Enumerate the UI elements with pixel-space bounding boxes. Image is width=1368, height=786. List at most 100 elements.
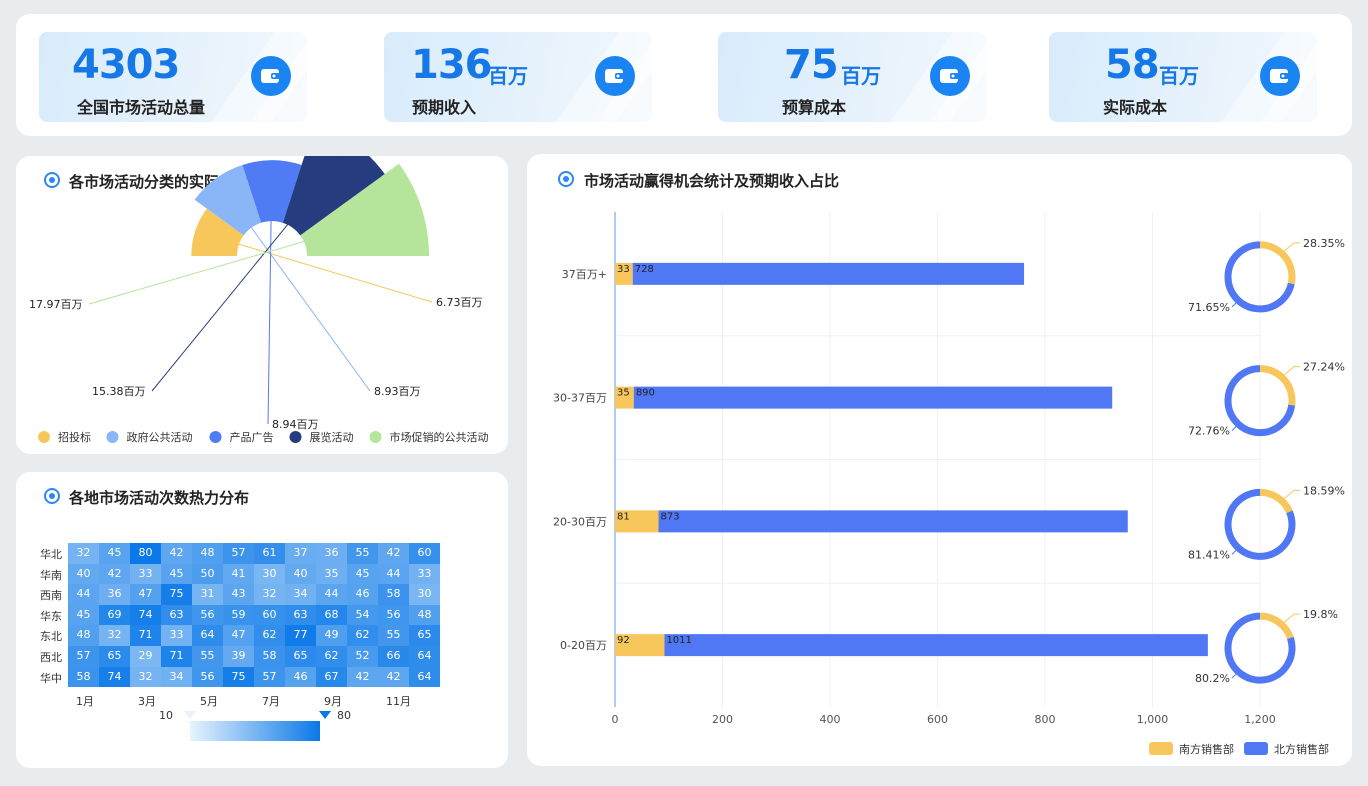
heatmap-cell: 36 (99, 584, 130, 605)
heatmap-cell: 35 (316, 563, 347, 585)
heatmap-cell: 50 (192, 563, 223, 585)
heatmap-cell: 42 (378, 666, 409, 688)
heatmap-col-label: 1月 (76, 695, 94, 708)
heatmap-cell: 41 (223, 563, 254, 585)
heatmap-cell: 60 (409, 543, 440, 564)
rose-pie-chart: 6.73百万 8.93百万 8.94百万 15.38百万 17.97百万招投标 政府公共活… (29, 156, 489, 444)
heatmap-cell: 32 (68, 543, 99, 564)
heatmap-cell: 33 (409, 563, 440, 585)
donut-segment (1259, 612, 1294, 640)
heatmap-cell: 44 (378, 563, 409, 585)
heatmap-row-label: 华中 (40, 671, 62, 685)
heatmap-cell: 63 (285, 604, 316, 626)
heatmap-row-label: 华东 (40, 609, 62, 623)
kpi-label: 预期收入 (412, 98, 477, 117)
bar-segment (658, 510, 1128, 533)
heatmap-col-label: 5月 (200, 695, 218, 708)
heatmap-cell: 52 (347, 646, 378, 667)
wallet-icon (1260, 56, 1300, 96)
pie-data-label: 15.38百万 (92, 385, 146, 398)
heatmap-col-label: 9月 (324, 695, 342, 708)
bar-data-label: 890 (636, 388, 655, 399)
bar-segment (633, 386, 1113, 409)
y-tick-label: 37百万+ (562, 268, 607, 281)
heatmap-cell: 62 (254, 625, 285, 646)
heatmap-cell: 62 (347, 625, 378, 646)
heatmap-cell: 57 (223, 543, 254, 564)
heatmap-cell: 56 (192, 604, 223, 626)
target-dot-icon (44, 488, 60, 504)
heatmap-cell: 42 (347, 666, 378, 688)
kpi-label: 全国市场活动总量 (77, 98, 206, 117)
scale-handle[interactable] (319, 711, 331, 719)
donut-label: 80.2% (1195, 672, 1230, 685)
kpi-unit: 百万 (488, 64, 528, 88)
legend-label: 招投标 (58, 430, 91, 444)
kpi-card-actual: 58 百万 实际成本 (1049, 32, 1317, 122)
kpi-card-revenue: 136 百万 预期收入 (384, 32, 652, 122)
heatmap-cell: 65 (409, 625, 440, 646)
bar-data-label: 81 (617, 511, 630, 522)
kpi-value: 136 (411, 42, 492, 88)
heatmap-cell: 48 (68, 625, 99, 646)
kpi-panel: 4303 全国市场活动总量 136 百万 预期收入 75 百万 预算成本 58 … (16, 14, 1352, 136)
heatmap-color-scale[interactable] (190, 721, 320, 741)
bar-data-label: 873 (661, 511, 680, 522)
x-tick-label: 1,000 (1137, 713, 1169, 726)
heatmap-scale-max: 80 (337, 709, 351, 722)
heatmap-cell: 32 (130, 666, 161, 688)
pie-data-label: 17.97百万 (29, 298, 83, 311)
heatmap-cell: 58 (254, 646, 285, 667)
wallet-icon (251, 56, 291, 96)
heatmap-cell: 44 (316, 584, 347, 605)
bar-segment (632, 262, 1025, 285)
heatmap-cell: 30 (409, 584, 440, 605)
heatmap-cell: 29 (130, 646, 161, 667)
wallet-icon (595, 56, 635, 96)
donut-label: 72.76% (1188, 425, 1230, 438)
donut-label: 28.35% (1303, 237, 1345, 250)
heatmap-cell: 65 (99, 646, 130, 667)
heatmap-cell: 58 (378, 584, 409, 605)
heatmap-cell: 34 (161, 666, 192, 688)
x-tick-label: 600 (927, 713, 948, 726)
heatmap-row-label: 华北 (40, 548, 62, 561)
bar-data-label: 35 (617, 388, 630, 399)
kpi-card-total: 4303 全国市场活动总量 (39, 32, 307, 122)
y-tick-label: 30-37百万 (553, 392, 607, 405)
heatmap-cell: 64 (409, 666, 440, 688)
heatmap-panel-title: 各地市场活动次数热力分布 (69, 489, 250, 507)
heatmap-row-label: 西南 (40, 589, 62, 603)
heatmap-cell: 67 (316, 666, 347, 688)
x-tick-label: 400 (820, 713, 841, 726)
legend-label: 市场促销的公共活动 (390, 430, 489, 444)
heatmap-col-label: 3月 (138, 695, 156, 708)
kpi-label: 预算成本 (782, 98, 847, 117)
legend-swatch (106, 431, 119, 443)
heatmap-cell: 64 (192, 625, 223, 646)
y-tick-label: 0-20百万 (560, 639, 607, 652)
heatmap-cell: 57 (68, 646, 99, 667)
heatmap-cell: 74 (130, 604, 161, 626)
heatmap-cell: 55 (347, 543, 378, 564)
heatmap-cell: 33 (130, 563, 161, 585)
kpi-unit: 百万 (841, 64, 881, 88)
heatmap-cell: 32 (99, 625, 130, 646)
heatmap-cell: 56 (378, 604, 409, 626)
heatmap-cell: 75 (223, 666, 254, 688)
heatmap-row-label: 东北 (40, 630, 62, 644)
kpi-unit: 百万 (1159, 64, 1199, 88)
bar-data-label: 1011 (666, 635, 691, 646)
legend-swatch (1244, 742, 1268, 755)
heatmap-cell: 62 (316, 646, 347, 667)
x-tick-label: 0 (612, 713, 619, 726)
heatmap-cell: 71 (161, 646, 192, 667)
heatmap-cell: 60 (254, 604, 285, 626)
heatmap-cell: 66 (378, 646, 409, 667)
legend-swatch (38, 431, 50, 443)
heatmap-cell: 55 (378, 625, 409, 646)
heatmap-cell: 68 (316, 604, 347, 626)
pie-data-label: 6.73百万 (436, 296, 483, 309)
legend-label: 南方销售部 (1179, 742, 1234, 756)
scale-handle[interactable] (184, 711, 196, 719)
